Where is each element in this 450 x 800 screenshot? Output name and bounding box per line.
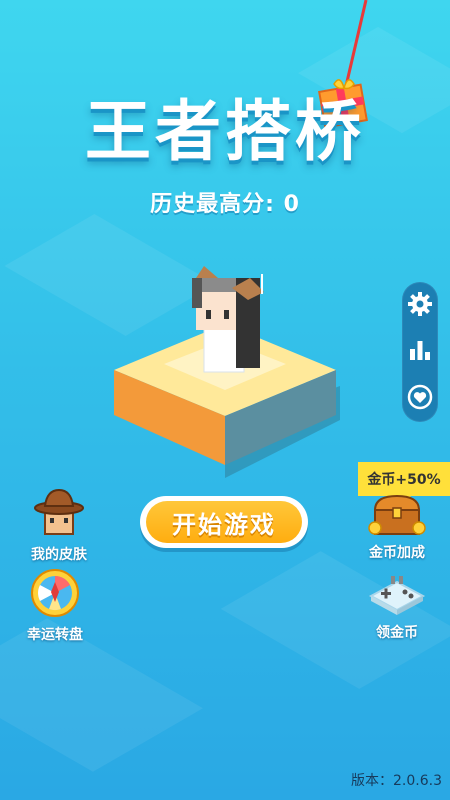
skin-hat-icon [34, 488, 84, 535]
version-text: 版本：2.0.6.3 [351, 773, 442, 789]
settings-button[interactable] [405, 289, 435, 319]
start-game-label: 开始游戏 [146, 501, 302, 543]
lucky-wheel-label: 幸运转盘 [27, 627, 83, 643]
coin-bonus-tag: 金币+50% [358, 462, 450, 496]
lucky-wheel-button[interactable]: 幸运转盘 [10, 568, 100, 644]
gamepad-icon [368, 576, 426, 615]
favorite-button[interactable] [405, 382, 435, 412]
best-score-value: 0 [283, 192, 300, 217]
game-title: 王者搭桥 [85, 93, 365, 170]
coin-bonus-label: 金币加成 [369, 545, 425, 561]
side-panel [402, 282, 438, 422]
leaderboard-icon [410, 341, 430, 360]
treasure-chest-icon [368, 494, 426, 535]
collect-coins-button[interactable]: 领金币 [352, 572, 442, 642]
best-score: 历史最高分: 0 [0, 186, 450, 218]
starting-platform [114, 266, 340, 478]
leaderboard-button[interactable] [405, 335, 435, 365]
my-skins-label: 我的皮肤 [31, 547, 87, 563]
best-score-label: 历史最高分: [150, 192, 275, 217]
heart-icon [407, 384, 433, 410]
my-skins-button[interactable]: 我的皮肤 [14, 488, 104, 564]
start-game-button[interactable]: 开始游戏 [140, 496, 308, 548]
gear-icon [408, 292, 432, 316]
collect-coins-label: 领金币 [376, 625, 418, 641]
lucky-wheel-icon [31, 569, 79, 617]
coin-bonus-button[interactable]: 金币加成 [352, 494, 442, 562]
